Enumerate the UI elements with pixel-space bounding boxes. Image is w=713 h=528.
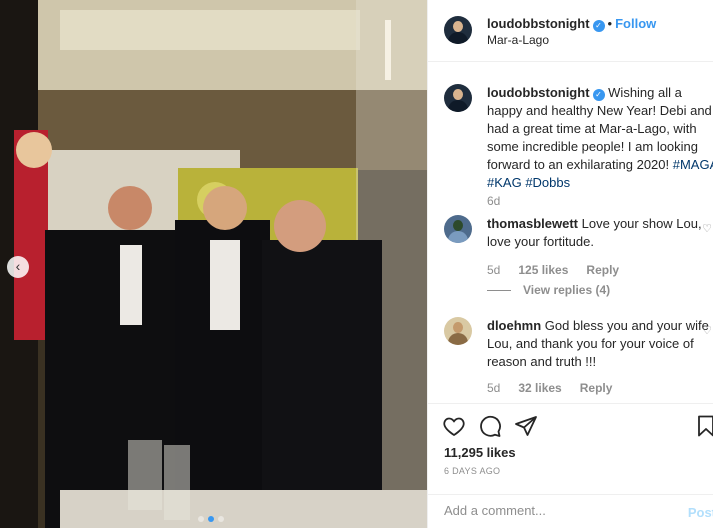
hashtag-link[interactable]: #MAGA [673,157,713,172]
post-location[interactable]: Mar-a-Lago [487,33,549,47]
post-comment-button[interactable]: Post [688,505,713,520]
comment-username[interactable]: dloehmn [487,318,541,333]
comment-icon[interactable] [478,414,502,438]
caption-username[interactable]: loudobbstonight [487,85,590,100]
carousel-prev-button[interactable]: ‹ [7,256,29,278]
comment-composer: Post [428,494,713,528]
hashtag-link[interactable]: #Dobbs [525,175,570,190]
view-replies-line [487,290,511,292]
caption-age: 6d [487,194,501,208]
separator-dot: • [607,16,613,31]
reply-button[interactable]: Reply [580,381,613,395]
comment-text-block: thomasblewett Love your show Lou, love y… [487,215,713,251]
reply-button[interactable]: Reply [586,263,619,277]
likes-count[interactable]: 11,295 likes [444,445,516,460]
action-bar: 11,295 likes 6 DAYS AGO [428,403,713,493]
comment-likes[interactable]: 32 likes [518,381,561,395]
party-photo-illustration [0,0,427,528]
follow-button[interactable]: Follow [615,16,656,31]
carousel-indicator [198,516,224,522]
view-replies-label: View replies (4) [523,283,611,297]
comment-meta: 5d 32 likes Reply [487,381,612,395]
carousel-dot-active [208,516,214,522]
comment-meta: 5d 125 likes Reply [487,263,619,277]
share-icon[interactable] [514,414,538,438]
comment-age: 5d [487,381,501,395]
post-side-panel: loudobbstonight ✓ • Follow Mar-a-Lago loudo… [427,0,713,528]
view-replies-button[interactable]: View replies (4) [487,283,610,297]
commenter-avatar[interactable] [444,215,472,243]
post-photo[interactable]: ‹ [0,0,427,528]
verified-badge-icon: ✓ [592,20,605,32]
chevron-left-icon: ‹ [15,258,21,274]
post-date[interactable]: 6 DAYS AGO [444,466,500,476]
author-avatar[interactable] [444,16,472,44]
author-username[interactable]: loudobbstonight [487,16,590,31]
author-line: loudobbstonight ✓ • Follow [487,16,656,32]
caption-text-block: loudobbstonight ✓ Wishing all a happy and… [487,84,713,192]
post-header: loudobbstonight ✓ • Follow Mar-a-Lago [428,0,713,62]
comments-list: loudobbstonight ✓ Wishing all a happy and… [428,63,713,403]
carousel-dot [218,516,224,522]
verified-badge-icon: ✓ [592,89,605,101]
comment-like-icon[interactable]: ♡ [702,222,712,235]
heart-icon[interactable] [442,414,466,438]
comment-age: 5d [487,263,501,277]
comment-text-block: dloehmn God bless you and your wife Lou,… [487,317,713,371]
comment-like-icon[interactable]: ♡ [702,324,712,337]
comment-username[interactable]: thomasblewett [487,216,578,231]
carousel-dot [198,516,204,522]
bookmark-icon[interactable] [694,414,713,438]
hashtag-link[interactable]: #KAG [487,175,522,190]
add-comment-input[interactable] [444,503,664,518]
comment-likes[interactable]: 125 likes [518,263,568,277]
commenter-avatar[interactable] [444,317,472,345]
caption-avatar[interactable] [444,84,472,112]
